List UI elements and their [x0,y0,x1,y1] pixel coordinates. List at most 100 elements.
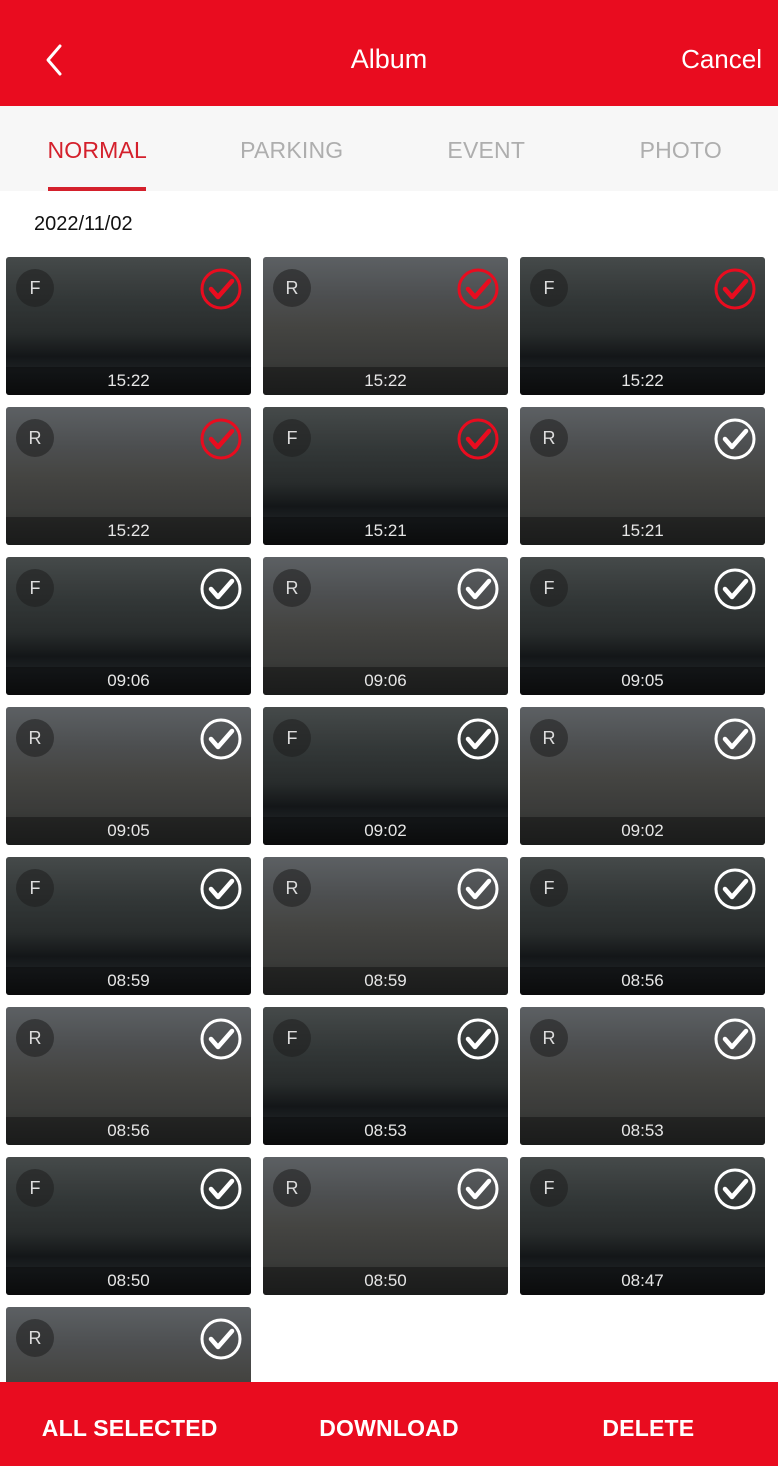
clip-time: 09:05 [107,821,150,840]
clip-thumbnail[interactable]: R 15:22 [263,257,508,395]
delete-button[interactable]: DELETE [519,1382,778,1466]
checked-icon[interactable] [456,267,500,311]
clip-thumbnail[interactable]: R 09:05 [6,707,251,845]
clip-time: 08:59 [364,971,407,990]
tab-parking[interactable]: PARKING [195,106,390,191]
tab-label: PARKING [240,137,344,163]
clip-thumbnail[interactable]: R 15:21 [520,407,765,545]
unchecked-icon[interactable] [456,867,500,911]
camera-badge: F [273,1019,311,1057]
checked-icon[interactable] [199,417,243,461]
unchecked-icon[interactable] [199,717,243,761]
camera-badge: R [273,869,311,907]
camera-badge: R [16,1019,54,1057]
clip-thumbnail[interactable]: F 09:05 [520,557,765,695]
clip-thumbnail[interactable]: F 08:50 [6,1157,251,1295]
camera-badge: F [273,419,311,457]
clip-thumbnail[interactable]: R 08:50 [263,1157,508,1295]
unchecked-icon[interactable] [199,867,243,911]
unchecked-icon[interactable] [713,1017,757,1061]
clip-time: 15:22 [364,371,407,390]
unchecked-icon[interactable] [199,1317,243,1361]
unchecked-icon[interactable] [713,1167,757,1211]
camera-badge: R [273,569,311,607]
clip-time: 09:06 [364,671,407,690]
camera-badge: R [16,1319,54,1357]
camera-badge: R [530,419,568,457]
all-selected-button[interactable]: ALL SELECTED [0,1382,259,1466]
date-group-header: 2022/11/02 [34,213,133,235]
clip-thumbnail[interactable]: F 09:02 [263,707,508,845]
unchecked-icon[interactable] [456,567,500,611]
clip-time: 08:56 [107,1121,150,1140]
clip-time: 08:50 [107,1271,150,1290]
clip-thumbnail[interactable]: F 15:22 [520,257,765,395]
clip-thumbnail[interactable]: F 08:59 [6,857,251,995]
checked-icon[interactable] [713,267,757,311]
clip-thumbnail[interactable]: F 15:22 [6,257,251,395]
unchecked-icon[interactable] [199,1017,243,1061]
unchecked-icon[interactable] [456,717,500,761]
app-header: Album Cancel [0,0,778,106]
clip-thumbnail[interactable]: R 08:53 [520,1007,765,1145]
unchecked-icon[interactable] [199,1167,243,1211]
unchecked-icon[interactable] [456,1017,500,1061]
unchecked-icon[interactable] [713,417,757,461]
camera-badge: F [530,569,568,607]
camera-badge: F [16,869,54,907]
camera-badge: F [530,269,568,307]
camera-badge: R [530,719,568,757]
camera-badge: F [16,269,54,307]
tab-label: NORMAL [47,137,148,163]
clip-thumbnail[interactable]: R 08:59 [263,857,508,995]
unchecked-icon[interactable] [713,567,757,611]
bottom-action-bar: ALL SELECTED DOWNLOAD DELETE [0,1382,778,1466]
clip-time: 15:21 [364,521,407,540]
camera-badge: F [530,1169,568,1207]
clip-thumbnail[interactable]: F 08:56 [520,857,765,995]
album-tabs: NORMAL PARKING EVENT PHOTO [0,106,778,191]
unchecked-icon[interactable] [199,567,243,611]
clip-thumbnail[interactable]: R 09:06 [263,557,508,695]
clip-thumbnail[interactable]: R 09:02 [520,707,765,845]
unchecked-icon[interactable] [713,867,757,911]
clip-time: 09:06 [107,671,150,690]
unchecked-icon[interactable] [456,1167,500,1211]
active-tab-indicator [48,187,147,191]
camera-badge: F [530,869,568,907]
tab-label: EVENT [447,137,526,163]
cancel-button[interactable]: Cancel [681,44,762,75]
camera-badge: R [530,1019,568,1057]
clip-thumbnail[interactable]: F 08:53 [263,1007,508,1145]
clip-time: 15:22 [621,371,664,390]
clip-thumbnail[interactable]: F 08:47 [520,1157,765,1295]
clip-time: 08:53 [364,1121,407,1140]
clip-time: 08:56 [621,971,664,990]
clip-time: 09:02 [621,821,664,840]
unchecked-icon[interactable] [713,717,757,761]
clip-time: 09:05 [621,671,664,690]
camera-badge: F [16,569,54,607]
clip-time: 08:50 [364,1271,407,1290]
clip-time: 09:02 [364,821,407,840]
camera-badge: R [273,1169,311,1207]
checked-icon[interactable] [199,267,243,311]
tab-label: PHOTO [639,137,722,163]
camera-badge: R [16,719,54,757]
download-button[interactable]: DOWNLOAD [259,1382,518,1466]
page-title: Album [350,44,428,74]
tab-normal[interactable]: NORMAL [0,106,195,191]
clip-thumbnail[interactable]: F 15:21 [263,407,508,545]
clip-thumbnail[interactable]: F 09:06 [6,557,251,695]
tab-photo[interactable]: PHOTO [584,106,778,191]
clip-grid: F 15:22 R 15:22 F 15:22 R 15:22 F 15:21 R 15:21 F 09:… [6,257,772,1445]
clip-time: 15:21 [621,521,664,540]
clip-time: 08:47 [621,1271,664,1290]
clip-time: 15:22 [107,521,150,540]
clip-thumbnail[interactable]: R 15:22 [6,407,251,545]
clip-time: 15:22 [107,371,150,390]
tab-event[interactable]: EVENT [389,106,584,191]
clip-thumbnail[interactable]: R 08:56 [6,1007,251,1145]
checked-icon[interactable] [456,417,500,461]
camera-badge: R [273,269,311,307]
